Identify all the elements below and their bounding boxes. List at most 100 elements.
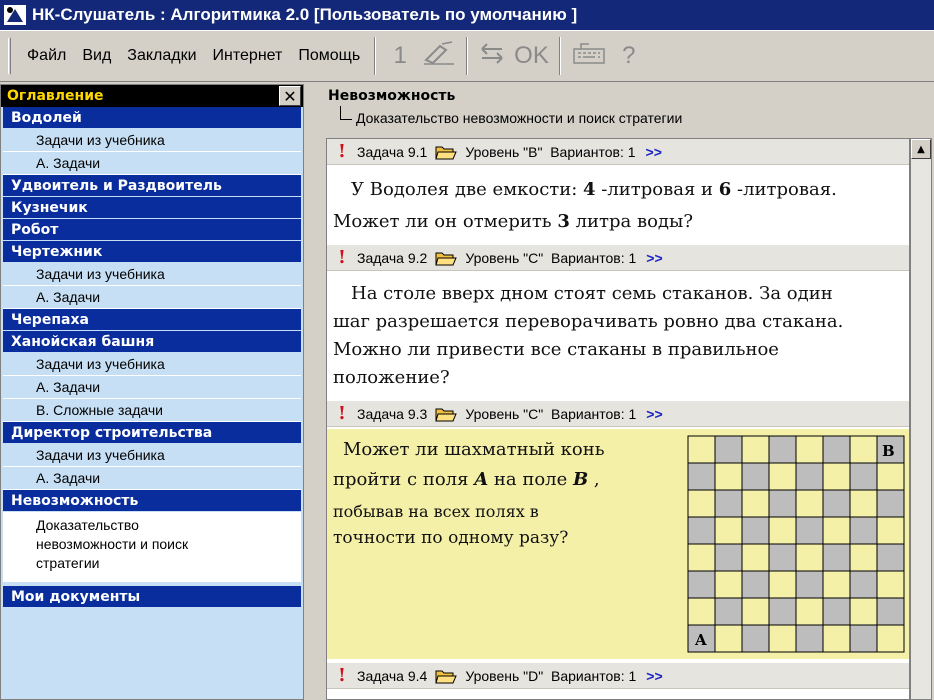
- open-folder-icon[interactable]: [435, 144, 458, 160]
- toc-category-cherepaha[interactable]: Черепаха: [3, 309, 301, 331]
- open-folder-icon[interactable]: [435, 250, 458, 266]
- pen-eraser-icon: [422, 40, 456, 73]
- board-square: [714, 489, 743, 518]
- toc-category-robot[interactable]: Робот: [3, 219, 301, 241]
- toc-category-direktor[interactable]: Директор строительства: [3, 422, 301, 444]
- board-square: [822, 543, 851, 572]
- menu-internet[interactable]: Интернет: [205, 41, 291, 71]
- toc-item[interactable]: А. Задачи: [3, 376, 301, 399]
- toc-item[interactable]: А. Задачи: [3, 467, 301, 490]
- toc-item[interactable]: А. Задачи: [3, 286, 301, 309]
- button-one[interactable]: 1: [382, 37, 418, 75]
- task-text-line: Может ли шахматный конь: [343, 439, 605, 460]
- board-square: [687, 516, 716, 545]
- exclamation-icon: !: [338, 403, 346, 424]
- toc-selected-line: стратегии: [36, 555, 100, 571]
- board-square: [795, 435, 824, 464]
- help-button[interactable]: ?: [611, 37, 647, 75]
- toc-item[interactable]: Задачи из учебника: [3, 353, 301, 376]
- swap-arrows-icon: [478, 40, 506, 73]
- toc-item[interactable]: Задачи из учебника: [3, 263, 301, 286]
- toc-item[interactable]: А. Задачи: [3, 152, 301, 175]
- task-level: Уровень "В": [465, 143, 543, 160]
- board-square: [876, 597, 905, 626]
- toc-item-selected[interactable]: Доказательство невозможности и поиск стр…: [3, 512, 301, 582]
- board-square: [687, 597, 716, 626]
- board-square: [849, 597, 878, 626]
- task-text-line: На столе вверх дном стоят семь стаканов.…: [351, 283, 833, 304]
- toc-category-chertezhnik[interactable]: Чертежник: [3, 241, 301, 263]
- board-square: [741, 570, 770, 599]
- board-square: [822, 435, 851, 464]
- open-folder-icon[interactable]: [435, 668, 458, 684]
- menu-toolbar: Файл Вид Закладки Интернет Помощь 1 OK ?: [0, 30, 934, 82]
- toc-title: Оглавление: [7, 88, 104, 104]
- text-part: У Водолея две емкости:: [351, 179, 584, 200]
- toc-category-nevozmozhnost[interactable]: Невозможность: [3, 490, 301, 512]
- toolbar-separator: [558, 37, 561, 75]
- board-square: [741, 516, 770, 545]
- board-square: [714, 570, 743, 599]
- task-expand-link[interactable]: >>: [646, 668, 662, 684]
- board-square: [714, 543, 743, 572]
- board-square: [849, 570, 878, 599]
- task-level: Уровень "С": [465, 405, 544, 422]
- board-square: [741, 435, 770, 464]
- toc-item[interactable]: В. Сложные задачи: [3, 399, 301, 422]
- tree-connector: [340, 106, 352, 120]
- board-square: [714, 624, 743, 653]
- task-number: Задача 9.4: [357, 667, 428, 684]
- toolbar-grip[interactable]: [8, 38, 11, 74]
- toc-close-button[interactable]: ✕: [279, 86, 301, 106]
- task-number: Задача 9.2: [357, 249, 428, 266]
- menu-view[interactable]: Вид: [74, 41, 119, 71]
- task-header: ! Задача 9.4 Уровень "D" Вариантов: 1 >>: [327, 663, 909, 689]
- board-square: [768, 462, 797, 491]
- title-bar: НК-Слушатель : Алгоритмика 2.0 [Пользова…: [0, 0, 934, 30]
- open-folder-icon[interactable]: [435, 406, 458, 422]
- board-square: [741, 597, 770, 626]
- triangle-up-icon: ▲: [917, 143, 925, 155]
- text-part: -литровая.: [731, 179, 837, 200]
- ok-button[interactable]: OK: [510, 37, 553, 75]
- task-header: ! Задача 9.2 Уровень "С" Вариантов: 1 >>: [327, 245, 909, 271]
- board-square: [768, 597, 797, 626]
- toc-item[interactable]: Задачи из учебника: [3, 444, 301, 467]
- task-expand-link[interactable]: >>: [646, 144, 662, 160]
- toc-category-udvoitel[interactable]: Удвоитель и Раздвоитель: [3, 175, 301, 197]
- edit-pen-button[interactable]: [418, 37, 460, 75]
- menu-help[interactable]: Помощь: [290, 41, 368, 71]
- board-square: [687, 489, 716, 518]
- menu-file[interactable]: Файл: [19, 41, 74, 71]
- board-square: [822, 624, 851, 653]
- task-expand-link[interactable]: >>: [646, 406, 662, 422]
- menu-bookmarks[interactable]: Закладки: [119, 41, 204, 71]
- board-square: [714, 435, 743, 464]
- task-text-line: пройти с поля A на поле B ,: [333, 465, 600, 494]
- text-part: ,: [588, 469, 600, 490]
- toc-category-vodoley[interactable]: Водолей: [3, 107, 301, 129]
- board-square: [795, 543, 824, 572]
- task-number: Задача 9.3: [357, 405, 428, 422]
- scroll-up-button[interactable]: ▲: [911, 139, 931, 159]
- ok-label: OK: [514, 42, 549, 69]
- task-expand-link[interactable]: >>: [646, 250, 662, 266]
- swap-button[interactable]: [474, 37, 510, 75]
- vertical-scrollbar[interactable]: ▲: [910, 138, 932, 700]
- task-variants: Вариантов: 1: [550, 405, 637, 422]
- keyboard-button[interactable]: [567, 37, 611, 75]
- toc-category-hanoi[interactable]: Ханойская башня: [3, 331, 301, 353]
- toc-item[interactable]: Задачи из учебника: [3, 129, 301, 152]
- task-text-line: побывав на всех полях в: [333, 502, 539, 521]
- board-square: [795, 570, 824, 599]
- number: 4: [583, 179, 596, 200]
- board-square: [795, 489, 824, 518]
- text-part: литра воды?: [569, 211, 693, 232]
- task-header: ! Задача 9.3 Уровень "С" Вариантов: 1 >>: [327, 401, 909, 427]
- board-square: [849, 543, 878, 572]
- task-text-line: У Водолея две емкости: 4 -литровая и 6 -…: [351, 175, 837, 204]
- board-square: [822, 570, 851, 599]
- toc-category-my-documents[interactable]: Мои документы: [3, 586, 301, 608]
- toc-category-kuznechik[interactable]: Кузнечик: [3, 197, 301, 219]
- board-square: [768, 435, 797, 464]
